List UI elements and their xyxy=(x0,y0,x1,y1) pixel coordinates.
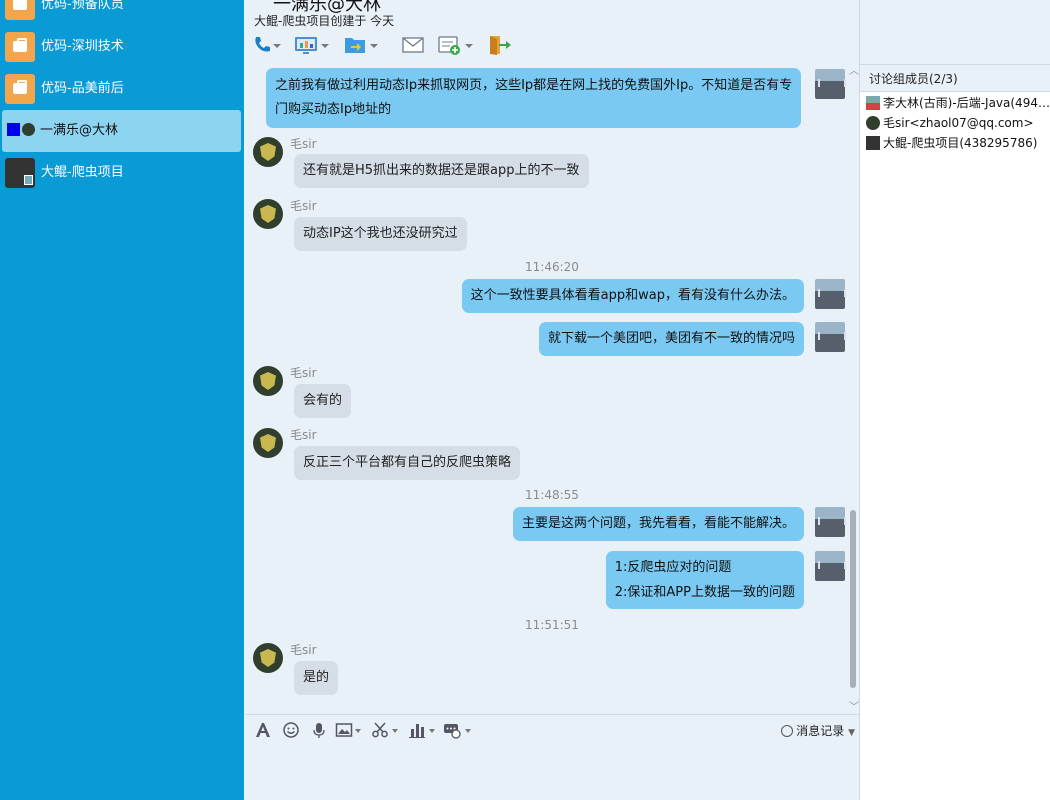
member-panel: 讨论组成员(2/3) 李大林(古雨)-后端-Java(49417... 毛sir… xyxy=(859,0,1050,800)
scroll-up-icon[interactable]: ︿ xyxy=(849,67,859,77)
conversation-item-dakun-crawler[interactable]: 大鲲-爬虫项目 xyxy=(0,152,244,194)
conversation-label: 优码-品美前后 xyxy=(41,81,124,96)
message-list: 之前我有做过利用动态Ip来抓取网页，这些Ip都是在网上找的免费国外Ip。不知道是… xyxy=(245,66,859,712)
contact-avatar[interactable] xyxy=(253,366,283,396)
chat-subtitle: 大鲲-爬虫项目创建于 今天 xyxy=(254,14,395,28)
contact-avatar[interactable] xyxy=(253,643,283,673)
remote-assist-dropdown-caret[interactable] xyxy=(465,729,471,733)
screen-share-icon[interactable] xyxy=(293,34,329,58)
discussion-avatar-icon xyxy=(7,116,37,146)
member-avatar xyxy=(866,136,880,150)
sender-name: 毛sir xyxy=(290,137,317,151)
message-bubble-outgoing: 主要是这两个问题，我先看看，看能不能解决。 xyxy=(512,507,804,541)
self-avatar[interactable] xyxy=(815,69,846,99)
member-list-header: 讨论组成员(2/3) xyxy=(860,64,1050,92)
font-icon[interactable] xyxy=(254,721,272,739)
chart-icon[interactable] xyxy=(408,721,426,739)
image-icon[interactable] xyxy=(335,721,353,739)
self-avatar[interactable] xyxy=(815,279,846,309)
message-bubble-incoming: 是的 xyxy=(294,661,339,695)
phone-icon[interactable] xyxy=(251,34,281,58)
exit-group-icon[interactable] xyxy=(487,34,515,58)
conversation-label: 一满乐@大林 xyxy=(40,123,119,138)
conversation-item-yuma-reserve[interactable]: 优码-预备队员 xyxy=(0,0,244,26)
chat-panel: 一满乐@大林 大鲲-爬虫项目创建于 今天 之前我有做过利用动态Ip来抓取网页，这… xyxy=(245,0,859,800)
member-item[interactable]: 毛sir<zhaol07@qq.com> xyxy=(866,114,1050,132)
voice-icon[interactable] xyxy=(310,721,328,739)
message-bubble-incoming: 反正三个平台都有自己的反爬虫策略 xyxy=(294,446,521,480)
timestamp: 11:51:51 xyxy=(525,618,579,632)
member-panel-top xyxy=(860,0,1050,64)
sender-name: 毛sir xyxy=(290,366,317,380)
member-item[interactable]: 李大林(古雨)-后端-Java(49417... xyxy=(866,94,1050,112)
emoji-icon[interactable] xyxy=(282,721,300,739)
screenshot-scissors-icon[interactable] xyxy=(371,721,389,739)
group-avatar-icon xyxy=(5,32,35,62)
member-avatar xyxy=(866,96,880,110)
conversation-item-manle-dalin[interactable]: 一满乐@大林 xyxy=(2,110,241,152)
member-count-title: 讨论组成员(2/3) xyxy=(869,72,958,86)
message-bubble-outgoing: 之前我有做过利用动态Ip来抓取网页，这些Ip都是在网上找的免费国外Ip。不知道是… xyxy=(266,68,802,128)
add-note-icon[interactable] xyxy=(437,34,473,58)
sender-name: 毛sir xyxy=(290,428,317,442)
project-avatar-icon xyxy=(5,158,35,188)
message-bubble-incoming: 还有就是H5抓出来的数据还是跟app上的不一致 xyxy=(294,154,589,188)
chart-dropdown-caret[interactable] xyxy=(429,729,435,733)
input-toolbar: 消息记录 ▼ xyxy=(245,714,859,745)
group-avatar-icon xyxy=(5,0,35,20)
message-input[interactable] xyxy=(245,746,859,800)
timestamp: 11:48:55 xyxy=(525,488,579,502)
conversation-item-yuma-pinmei[interactable]: 优码-品美前后 xyxy=(0,68,244,110)
message-bubble-incoming: 会有的 xyxy=(294,384,352,418)
conversation-item-yuma-shenzhen[interactable]: 优码-深圳技术 xyxy=(0,26,244,68)
message-scrollbar[interactable]: ︿ ﹀ xyxy=(847,66,859,713)
remote-assist-icon[interactable] xyxy=(443,721,461,739)
member-avatar xyxy=(866,116,880,130)
self-avatar[interactable] xyxy=(815,551,846,581)
message-history-button[interactable]: 消息记录 ▼ xyxy=(781,722,855,739)
screenshot-dropdown-caret[interactable] xyxy=(392,729,398,733)
image-dropdown-caret[interactable] xyxy=(355,729,361,733)
contact-avatar[interactable] xyxy=(253,137,283,167)
contact-avatar[interactable] xyxy=(253,199,283,229)
timestamp: 11:46:20 xyxy=(525,260,579,274)
mail-icon[interactable] xyxy=(401,34,427,58)
message-bubble-outgoing: 1:反爬虫应对的问题 2:保证和APP上数据一致的问题 xyxy=(605,551,804,609)
message-bubble-outgoing: 这个一致性要具体看看app和wap，看有没有什么办法。 xyxy=(461,279,804,313)
clock-icon xyxy=(781,725,794,737)
scroll-down-icon[interactable]: ﹀ xyxy=(849,703,859,713)
folder-transfer-icon[interactable] xyxy=(343,34,379,58)
conversation-label: 优码-深圳技术 xyxy=(41,39,124,54)
conversation-label: 优码-预备队员 xyxy=(41,0,124,12)
conversation-label: 大鲲-爬虫项目 xyxy=(41,165,124,180)
self-avatar[interactable] xyxy=(815,507,846,537)
self-avatar[interactable] xyxy=(815,322,846,352)
message-bubble-outgoing: 就下载一个美团吧，美团有不一致的情况吗 xyxy=(538,322,804,356)
sender-name: 毛sir xyxy=(290,643,317,657)
sender-name: 毛sir xyxy=(290,199,317,213)
contact-avatar[interactable] xyxy=(253,428,283,458)
member-item[interactable]: 大鲲-爬虫项目(438295786) xyxy=(866,134,1050,152)
message-bubble-incoming: 动态IP这个我也还没研究过 xyxy=(294,217,467,251)
scrollbar-thumb[interactable] xyxy=(850,510,856,688)
conversation-sidebar: 优码-预备队员 优码-深圳技术 优码-品美前后 一满乐@大林 大鲲-爬虫项目 xyxy=(0,0,244,800)
group-avatar-icon xyxy=(5,74,35,104)
